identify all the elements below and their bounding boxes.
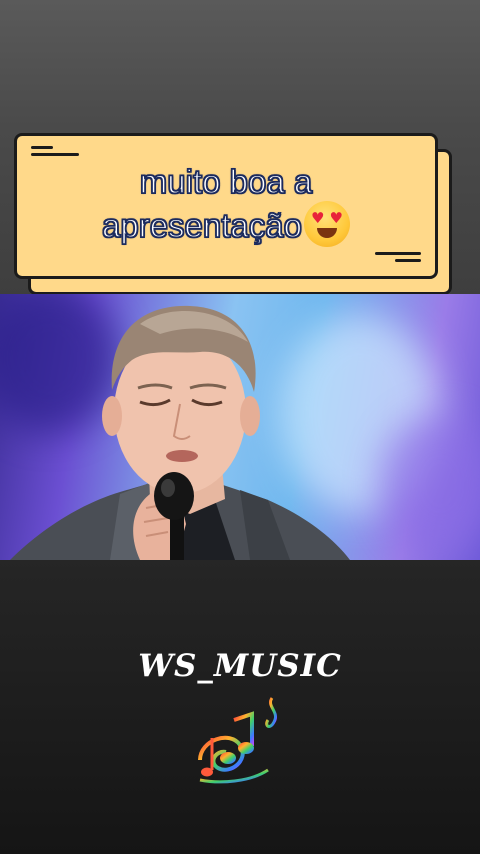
singer-image: [10, 305, 350, 560]
video-frame[interactable]: [0, 294, 480, 560]
heart-eyes-emoji-icon: ♥ ♥: [303, 201, 350, 248]
comment-line-2-wrap: apresentação ♥ ♥: [57, 201, 395, 251]
comment-line-2: apresentação: [101, 206, 302, 245]
comment-card: muito boa a apresentação ♥ ♥: [14, 133, 454, 295]
music-notes-icon: [198, 697, 277, 784]
comment-line-1: muito boa a: [139, 162, 313, 201]
comment-text: muito boa a apresentação ♥ ♥: [57, 160, 395, 251]
card-decoration-lines: [375, 252, 421, 266]
card-decoration-lines: [31, 146, 79, 160]
card-front-layer: muito boa a apresentação ♥ ♥: [14, 133, 438, 279]
brand-watermark: WS_MUSIC: [138, 648, 342, 684]
